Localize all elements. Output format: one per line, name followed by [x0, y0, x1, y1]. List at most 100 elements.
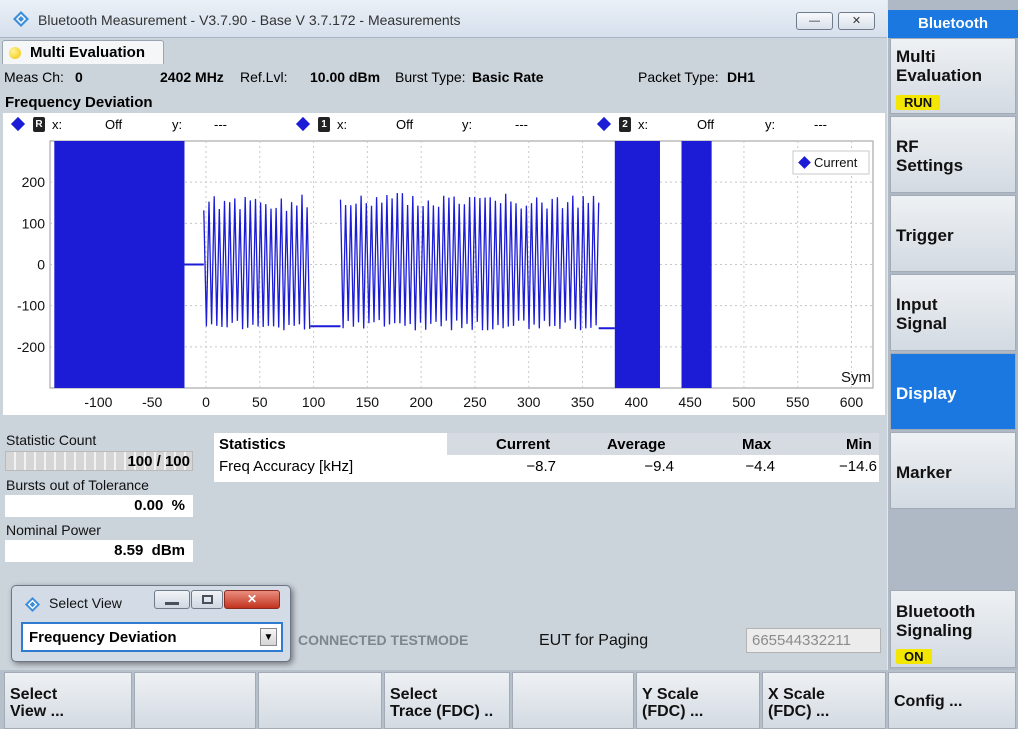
softkey-label: X Scale (FDC) ... — [768, 686, 830, 720]
dialog-close-icon: ✕ — [246, 592, 258, 606]
marker-1-y-label: y: — [462, 117, 473, 132]
sidebar-button-input-signal[interactable]: Input Signal — [890, 274, 1016, 351]
x-tick-label: 100 — [302, 394, 326, 410]
sidebar-button-label: Display — [896, 384, 957, 403]
frequency-value: 2402 MHz — [160, 69, 224, 85]
x-tick-label: -100 — [84, 394, 112, 410]
marker-r-id: R — [33, 117, 45, 132]
statistic-count-bar: 100 / 100 — [5, 451, 193, 471]
ref-lvl-label: Ref.Lvl: — [240, 69, 288, 85]
bursts-value: 0.00 — [134, 497, 164, 514]
view-select-dropdown[interactable]: Frequency Deviation ▼ — [21, 622, 283, 652]
marker-1-id: 1 — [318, 117, 330, 132]
sidebar-button-rf-settings[interactable]: RF Settings — [890, 116, 1016, 193]
dialog-maximize-icon — [201, 595, 213, 604]
nominal-power-value: 8.59 — [114, 542, 144, 559]
dialog-close-button[interactable]: ✕ — [224, 590, 280, 609]
bursts-out-of-tolerance-label: Bursts out of Tolerance — [6, 477, 149, 493]
legend-current-label: Current — [814, 155, 858, 170]
frequency-deviation-chart[interactable]: -100 -50 0 50 100 150 200 250 300 350 400 450 500 550… — [3, 138, 883, 414]
y-tick-label: 200 — [22, 174, 46, 190]
softkey-select-view[interactable]: Select View ... — [4, 672, 132, 729]
x-tick-label: 350 — [571, 394, 595, 410]
table-cell-min: −14.6 — [839, 458, 877, 475]
close-icon: ✕ — [851, 15, 862, 27]
softkey-x-scale[interactable]: X Scale (FDC) ... — [762, 672, 886, 729]
y-tick-label: -100 — [17, 298, 45, 314]
x-tick-label: 400 — [625, 394, 649, 410]
ref-lvl-value: 10.00 dBm — [310, 69, 381, 85]
window-title: Bluetooth Measurement - V3.7.90 - Base V… — [38, 12, 461, 28]
minimize-button[interactable]: — — [796, 12, 833, 30]
x-tick-label: 0 — [202, 394, 210, 410]
y-tick-label: -200 — [17, 339, 45, 355]
x-tick-label: 200 — [409, 394, 433, 410]
table-cell-max: −4.4 — [745, 458, 775, 475]
sidebar-button-bluetooth-signaling[interactable]: Bluetooth Signaling ON — [890, 590, 1016, 668]
packet-type-value: DH1 — [727, 69, 756, 85]
tab-multi-evaluation[interactable]: Multi Evaluation — [2, 40, 164, 64]
nominal-power-field: 8.59 dBm — [5, 540, 193, 562]
nominal-power-label: Nominal Power — [6, 522, 101, 538]
softkey-empty-5[interactable] — [512, 672, 634, 729]
dialog-maximize-button[interactable] — [191, 590, 223, 609]
x-tick-label: 600 — [840, 394, 864, 410]
table-header-current: Current — [496, 436, 551, 453]
sidebar-button-label: Trigger — [896, 226, 954, 245]
marker-2-id: 2 — [619, 117, 631, 132]
meas-ch-value: 0 — [75, 69, 83, 85]
sidebar-button-label: RF Settings — [896, 137, 964, 175]
softkey-select-trace[interactable]: Select Trace (FDC) .. — [384, 672, 510, 729]
nominal-power-unit: dBm — [151, 542, 185, 559]
packet-type-label: Packet Type: — [638, 69, 719, 85]
softkey-label: Y Scale (FDC) ... — [642, 686, 704, 720]
marker-r-y-label: y: — [172, 117, 183, 132]
statistic-count-label: Statistic Count — [6, 432, 97, 448]
x-tick-label: 50 — [252, 394, 268, 410]
softkey-label: Select Trace (FDC) .. — [390, 686, 494, 720]
trace-segment-fill — [614, 141, 660, 388]
tab-label: Multi Evaluation — [30, 44, 146, 61]
marker-1-y-value: --- — [515, 117, 528, 132]
run-badge: RUN — [896, 95, 941, 110]
status-dot-icon — [9, 47, 21, 59]
table-header-min: Min — [846, 436, 872, 453]
sidebar-button-multi-evaluation[interactable]: Multi Evaluation RUN — [890, 38, 1016, 114]
trace-segment-fill — [54, 141, 185, 388]
dialog-title: Select View — [49, 595, 122, 611]
marker-r-x-label: x: — [52, 117, 63, 132]
sidebar-button-marker[interactable]: Marker — [890, 432, 1016, 509]
y-tick-label: 0 — [37, 257, 45, 273]
softkey-label: Select View ... — [10, 686, 64, 720]
softkey-empty-2[interactable] — [134, 672, 256, 729]
sidebar-button-label: Bluetooth Signaling — [896, 602, 976, 640]
chevron-down-icon[interactable]: ▼ — [260, 628, 277, 646]
table-cell-average: −9.4 — [644, 458, 674, 475]
x-tick-label: 250 — [463, 394, 487, 410]
marker-r-x-value: Off — [105, 117, 123, 132]
softkey-config[interactable]: Config ... — [888, 672, 1016, 729]
app-logo-icon — [13, 11, 29, 27]
sidebar-button-trigger[interactable]: Trigger — [890, 195, 1016, 272]
sidebar-button-label: Input Signal — [896, 295, 948, 333]
close-button[interactable]: ✕ — [838, 12, 875, 30]
dialog-minimize-button[interactable] — [154, 590, 190, 609]
softkey-y-scale[interactable]: Y Scale (FDC) ... — [636, 672, 760, 729]
sidebar-button-display[interactable]: Display — [890, 353, 1016, 430]
marker-r-y-value: --- — [214, 117, 227, 132]
eut-for-paging-label: EUT for Paging — [539, 632, 649, 649]
softkey-empty-3[interactable] — [258, 672, 382, 729]
x-tick-label: 550 — [786, 394, 810, 410]
meas-ch-label: Meas Ch: — [4, 69, 64, 85]
bursts-unit: % — [171, 497, 185, 514]
bursts-out-of-tolerance-field: 0.00 % — [5, 495, 193, 517]
burst-type-label: Burst Type: — [395, 69, 466, 85]
table-header-statistics: Statistics — [219, 436, 286, 453]
view-select-value: Frequency Deviation — [29, 629, 177, 646]
marker-1-x-value: Off — [396, 117, 414, 132]
window-title-bar: Bluetooth Measurement - V3.7.90 - Base V… — [0, 0, 887, 38]
table-header-average: Average — [607, 436, 666, 453]
eut-address-field[interactable]: 665544332211 — [746, 628, 881, 653]
dialog-logo-icon — [24, 596, 41, 613]
softkey-label: Config ... — [894, 693, 963, 710]
